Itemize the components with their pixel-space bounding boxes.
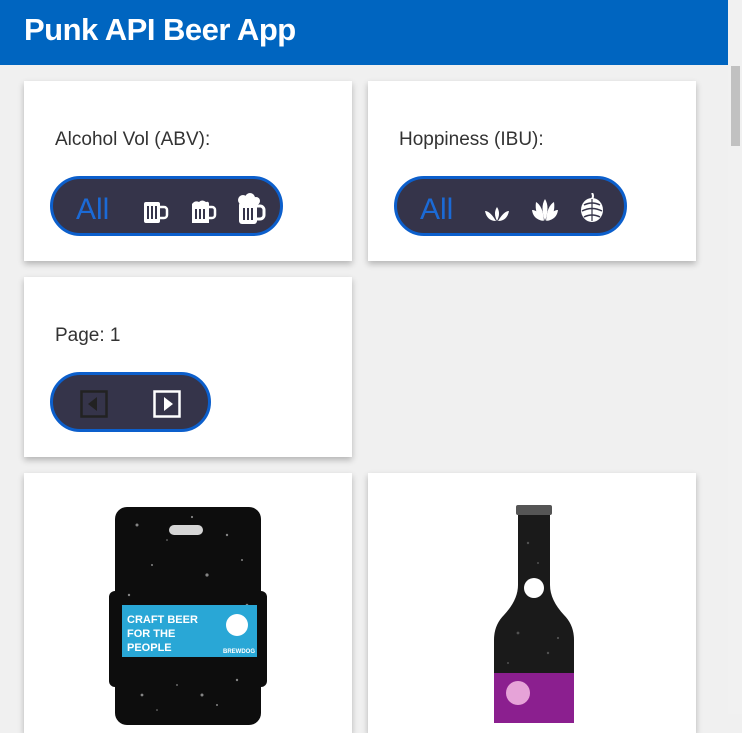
can-text-line-1: CRAFT BEER: [127, 614, 198, 626]
abv-all-option[interactable]: All: [76, 193, 109, 227]
abv-filter-toggle: All: [50, 176, 283, 236]
can-text-line-3: PEOPLE: [127, 642, 172, 654]
beer-can-image: CRAFT BEER FOR THE PEOPLE BREWDOG: [109, 507, 267, 725]
ibu-filter-label: Hoppiness (IBU):: [399, 129, 544, 150]
beer-card[interactable]: CRAFT BEER FOR THE PEOPLE BREWDOG: [24, 473, 352, 733]
high-ibu-hop-icon[interactable]: [578, 193, 606, 223]
ibu-filter-toggle: All: [394, 176, 627, 236]
beer-bottle-image: [494, 505, 574, 723]
high-abv-mug-icon[interactable]: [235, 193, 267, 226]
can-text-line-2: FOR THE: [127, 628, 175, 640]
abv-filter-label: Alcohol Vol (ABV):: [55, 129, 211, 150]
beer-card[interactable]: [368, 473, 696, 733]
abv-filter-card: Alcohol Vol (ABV): All: [24, 81, 352, 261]
medium-abv-mug-icon[interactable]: [189, 198, 217, 225]
low-abv-mug-icon[interactable]: [141, 198, 169, 225]
app-title: Punk API Beer App: [24, 12, 296, 47]
pagination-card: Page: 1: [24, 277, 352, 457]
pagination-toggle: [50, 372, 211, 432]
next-page-icon[interactable]: [153, 390, 181, 418]
medium-ibu-hop-icon[interactable]: [531, 197, 559, 223]
can-brand: BREWDOG: [223, 649, 255, 655]
scrollbar-thumb[interactable]: [731, 66, 740, 146]
app-header: Punk API Beer App: [0, 0, 728, 65]
page-number-label: Page: 1: [55, 325, 121, 346]
low-ibu-hop-icon[interactable]: [483, 201, 511, 223]
ibu-all-option[interactable]: All: [420, 193, 453, 227]
ibu-filter-card: Hoppiness (IBU): All: [368, 81, 696, 261]
previous-page-icon[interactable]: [80, 390, 108, 418]
